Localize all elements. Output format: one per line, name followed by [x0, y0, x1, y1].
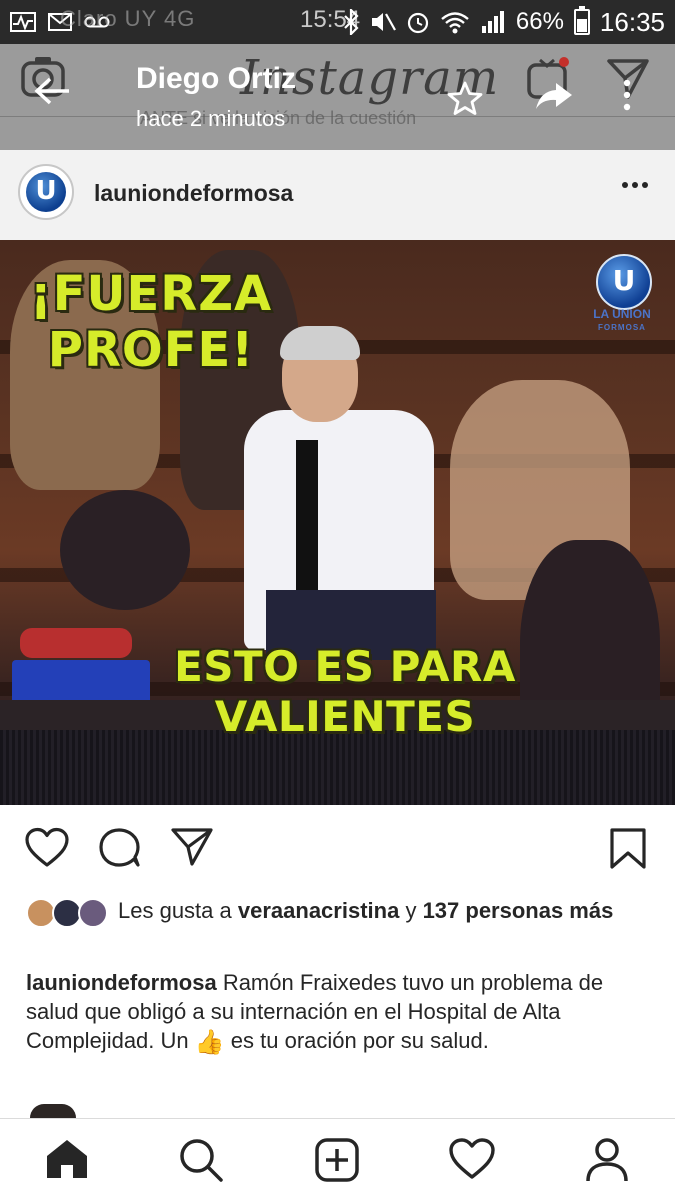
post-avatar[interactable]: U: [18, 164, 74, 220]
profile-icon[interactable]: [584, 1137, 630, 1183]
avatar-letter: U: [35, 176, 57, 206]
more-vertical-icon[interactable]: [622, 78, 632, 112]
search-icon[interactable]: [178, 1137, 224, 1183]
post-image[interactable]: ¡FUERZA PROFE! ESTO ES PARA VALIENTES U …: [0, 240, 675, 805]
status-right-icons: 66% 16:35: [342, 4, 665, 40]
watermark-letter: U: [612, 264, 636, 297]
watermark-logo: U: [596, 254, 652, 310]
likes-count[interactable]: 137 personas más: [423, 898, 614, 923]
likes-user[interactable]: veraanacristina: [238, 898, 399, 923]
battery-percent: 66%: [515, 8, 564, 35]
post-header: U launiondeformosa: [0, 150, 675, 240]
watermark-subtitle: FORMOSA: [598, 323, 646, 332]
mute-icon: [371, 13, 396, 31]
likes-text: Les gusta a veraanacristina y 137 person…: [118, 896, 658, 925]
star-icon[interactable]: [446, 80, 484, 116]
bottom-navigation: [0, 1118, 675, 1201]
story-timestamp: hace 2 minutos: [136, 106, 286, 131]
caption-username[interactable]: launiondeformosa: [26, 970, 217, 995]
add-icon[interactable]: [314, 1137, 360, 1183]
thumbs-up-icon: 👍: [194, 1029, 225, 1056]
post-actions: [0, 805, 675, 893]
share-icon[interactable]: [534, 80, 574, 112]
post-username[interactable]: launiondeformosa: [94, 180, 293, 207]
clock: 16:35: [599, 6, 665, 37]
watermark-text: LA UNION FORMOSA: [586, 308, 658, 334]
bookmark-icon[interactable]: [608, 827, 648, 871]
signal-icon: [481, 11, 504, 33]
comment-icon[interactable]: [98, 827, 142, 869]
meme-footer: ESTO ES PARA VALIENTES: [174, 642, 516, 741]
comment-avatar-peek: [30, 1104, 76, 1118]
likes-connector: y: [405, 898, 417, 923]
image-coach-tie: [296, 440, 318, 590]
pulse-icon: [10, 12, 36, 32]
image-spectator: [60, 490, 190, 610]
watermark-title: LA UNION: [593, 307, 651, 321]
heart-icon[interactable]: [24, 827, 70, 869]
liker-avatars: [26, 898, 110, 930]
app-header: Instagram ANTE si ve la visión de la cue…: [0, 44, 675, 150]
liker-avatar: [78, 898, 108, 928]
battery-icon: [573, 6, 590, 35]
meme-headline: ¡FUERZA PROFE!: [29, 266, 273, 378]
caption-text-end: es tu oración por su salud.: [230, 1028, 489, 1053]
wifi-icon: [441, 12, 469, 34]
send-icon[interactable]: [170, 827, 214, 867]
back-arrow-icon[interactable]: [34, 76, 72, 106]
post-caption: launiondeformosa Ramón Fraixedes tuvo un…: [26, 968, 646, 1055]
bluetooth-icon: [344, 9, 359, 35]
status-ghost-carrier: Claro UY 4G: [60, 6, 196, 31]
alarm-icon: [407, 12, 428, 34]
status-bar: Claro UY 4G 15:54 66% 16:35: [0, 0, 675, 44]
more-horizontal-icon[interactable]: [622, 182, 648, 188]
likes-prefix: Les gusta a: [118, 898, 232, 923]
activity-heart-icon[interactable]: [448, 1137, 496, 1181]
story-author-name[interactable]: Diego Ortiz: [136, 62, 296, 96]
home-icon[interactable]: [44, 1137, 90, 1181]
